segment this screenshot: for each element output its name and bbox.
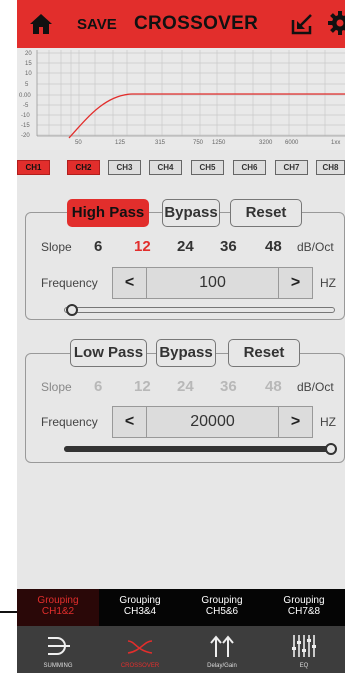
high-pass-frequency-label: Frequency	[41, 276, 98, 290]
grouping-channels: CH7&8	[287, 606, 321, 617]
low-pass-slider-fill	[64, 446, 335, 452]
save-button[interactable]: SAVE	[77, 16, 117, 33]
channel-button-ch3[interactable]: CH3	[108, 160, 141, 175]
low-pass-slope-48[interactable]: 48	[265, 378, 282, 395]
channel-button-ch7[interactable]: CH7	[275, 160, 308, 175]
grouping-bar: Grouping CH1&2 Grouping CH3&4 Grouping C…	[17, 589, 345, 626]
high-pass-slope-36[interactable]: 36	[220, 238, 237, 255]
nav-delay-gain[interactable]: Delay/Gain	[181, 626, 263, 673]
low-pass-reset-button[interactable]: Reset	[228, 339, 300, 367]
y-tick-label: -20	[21, 133, 30, 139]
y-tick-label: -15	[21, 123, 30, 129]
high-pass-slope-6[interactable]: 6	[94, 238, 102, 255]
low-pass-frequency-unit: HZ	[320, 415, 336, 429]
grouping-channels: CH1&2	[41, 606, 75, 617]
nav-eq[interactable]: EQ	[263, 626, 345, 673]
low-pass-tab[interactable]: Low Pass	[70, 339, 147, 367]
eq-icon	[292, 635, 316, 657]
channel-button-ch6[interactable]: CH6	[233, 160, 266, 175]
low-pass-frequency-decrement[interactable]: <	[113, 407, 147, 437]
frequency-response-graph: 20 15 10 5 0.00 -5 -10 -15 -20 50 125 31…	[17, 48, 345, 150]
y-tick-label: 5	[25, 82, 29, 88]
page-title: CROSSOVER	[134, 13, 259, 34]
x-tick-label: 1xx	[331, 140, 340, 146]
home-icon[interactable]	[30, 13, 52, 35]
nav-eq-label: EQ	[299, 663, 309, 669]
x-tick-label: 6000	[285, 140, 299, 146]
channel-selector: CH1 CH2 CH3 CH4 CH5 CH6 CH7 CH8	[17, 160, 345, 176]
grouping-ch3-4-button[interactable]: Grouping CH3&4	[99, 589, 181, 626]
high-pass-slope-label: Slope	[41, 240, 72, 254]
high-pass-frequency-stepper: < 100 >	[112, 267, 313, 299]
x-tick-label: 1250	[212, 140, 226, 146]
low-pass-slope-6[interactable]: 6	[94, 378, 102, 395]
channel-button-ch5[interactable]: CH5	[191, 160, 224, 175]
low-pass-slope-label: Slope	[41, 380, 72, 394]
high-pass-frequency-increment[interactable]: >	[278, 268, 312, 298]
y-tick-label: -10	[21, 113, 30, 119]
grouping-label: Grouping	[119, 595, 161, 606]
grouping-label: Grouping	[37, 595, 79, 606]
header-bar: SAVE CROSSOVER	[17, 0, 345, 48]
high-pass-slope-24[interactable]: 24	[177, 238, 194, 255]
nav-delay-gain-label: Delay/Gain	[207, 663, 237, 669]
low-pass-slope-12[interactable]: 12	[134, 378, 151, 395]
x-tick-label: 125	[115, 140, 126, 146]
low-pass-bypass-button[interactable]: Bypass	[156, 339, 216, 367]
nav-crossover-label: CROSSOVER	[120, 663, 160, 669]
high-pass-slope-12[interactable]: 12	[134, 238, 151, 255]
low-pass-frequency-increment[interactable]: >	[278, 407, 312, 437]
nav-summing-label: SUMMING	[43, 663, 73, 669]
x-tick-label: 750	[193, 140, 204, 146]
low-pass-slope-unit: dB/Oct	[297, 380, 334, 394]
grouping-label: Grouping	[283, 595, 325, 606]
channel-button-ch2[interactable]: CH2	[67, 160, 100, 175]
y-tick-label: -5	[23, 103, 29, 109]
low-pass-slope-36[interactable]: 36	[220, 378, 237, 395]
high-pass-bypass-button[interactable]: Bypass	[162, 199, 220, 227]
high-pass-frequency-decrement[interactable]: <	[113, 268, 147, 298]
grouping-label: Grouping	[201, 595, 243, 606]
nav-summing[interactable]: SUMMING	[17, 626, 99, 673]
low-pass-frequency-stepper: < 20000 >	[112, 406, 313, 438]
import-icon[interactable]	[290, 12, 314, 36]
y-tick-label: 0.00	[19, 93, 31, 99]
crossover-screen: SAVE CROSSOVER 20 15 10 5 0.00 -5 -10 -1…	[17, 0, 345, 673]
channel-button-ch1[interactable]: CH1	[17, 160, 50, 175]
y-tick-label: 15	[25, 61, 32, 67]
delay-gain-icon	[210, 635, 234, 657]
low-pass-slider-knob[interactable]	[325, 443, 337, 455]
low-pass-slope-24[interactable]: 24	[177, 378, 194, 395]
gear-icon[interactable]	[327, 10, 345, 36]
x-tick-label: 50	[75, 140, 82, 146]
y-tick-label: 20	[25, 51, 32, 57]
y-tick-label: 10	[25, 71, 32, 77]
high-pass-slope-48[interactable]: 48	[265, 238, 282, 255]
high-pass-frequency-slider[interactable]	[64, 307, 335, 313]
high-pass-frequency-unit: HZ	[320, 276, 336, 290]
high-pass-frequency-value[interactable]: 100	[147, 268, 278, 298]
channel-button-ch4[interactable]: CH4	[149, 160, 182, 175]
grouping-ch1-2-button[interactable]: Grouping CH1&2	[17, 589, 99, 626]
grouping-channels: CH3&4	[123, 606, 157, 617]
grouping-ch5-6-button[interactable]: Grouping CH5&6	[181, 589, 263, 626]
high-pass-reset-button[interactable]: Reset	[230, 199, 302, 227]
x-tick-label: 3200	[259, 140, 273, 146]
summing-icon	[48, 637, 70, 655]
bottom-navigation: SUMMING CROSSOVER Delay/Gain EQ	[17, 626, 345, 673]
low-pass-frequency-label: Frequency	[41, 415, 98, 429]
nav-crossover[interactable]: CROSSOVER	[99, 626, 181, 673]
crossover-icon	[127, 640, 153, 654]
low-pass-frequency-value[interactable]: 20000	[147, 407, 278, 437]
grouping-channels: CH5&6	[205, 606, 239, 617]
channel-button-ch8[interactable]: CH8	[316, 160, 345, 175]
high-pass-tab[interactable]: High Pass	[67, 199, 149, 227]
grouping-ch7-8-button[interactable]: Grouping CH7&8	[263, 589, 345, 626]
x-tick-label: 315	[155, 140, 166, 146]
high-pass-slope-unit: dB/Oct	[297, 240, 334, 254]
